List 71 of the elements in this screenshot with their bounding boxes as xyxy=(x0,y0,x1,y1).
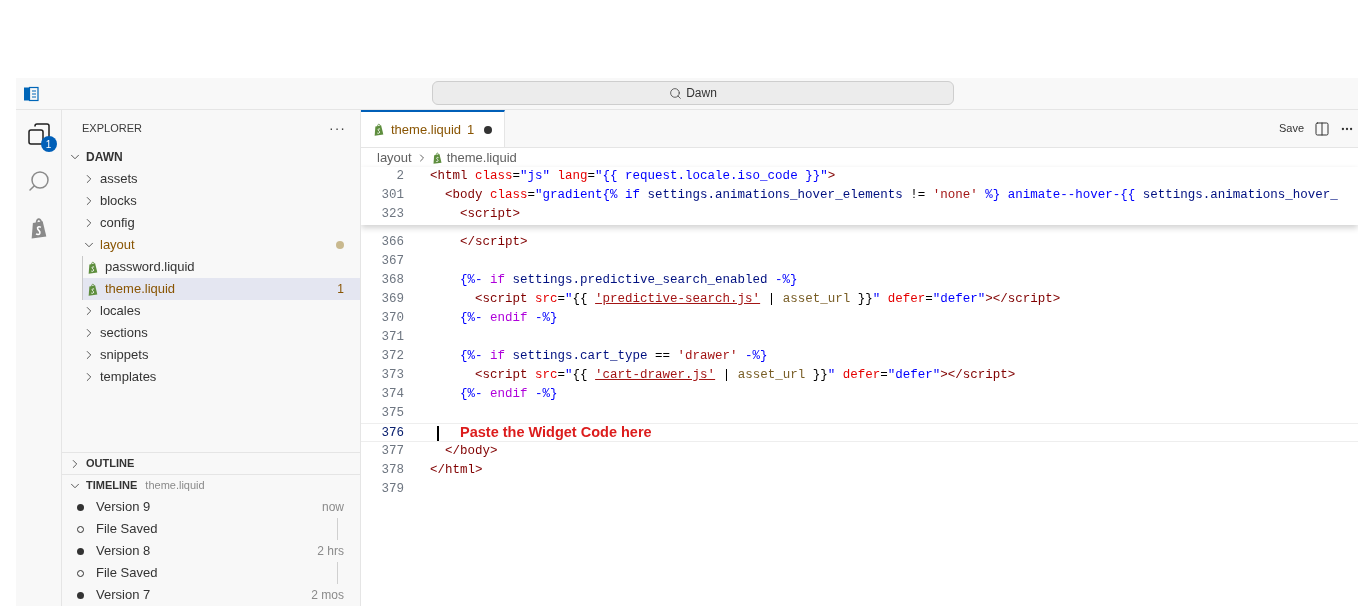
shopify-file-icon xyxy=(431,151,443,164)
line-number: 378 xyxy=(380,462,404,479)
folder-item[interactable]: sections xyxy=(62,322,360,344)
timeline-entry[interactable]: Version 9 now xyxy=(62,496,360,518)
folder-item[interactable]: templates xyxy=(62,366,360,388)
line-number: 376 xyxy=(380,425,404,441)
command-center-search[interactable]: Dawn xyxy=(432,81,954,105)
timeline-time: 2 hrs xyxy=(317,543,344,560)
line-number: 369 xyxy=(380,291,404,308)
line-number: 2 xyxy=(395,168,404,185)
save-button[interactable]: Save xyxy=(1278,120,1304,137)
search-icon xyxy=(26,169,51,193)
code-line: {%- endif -%} xyxy=(459,386,558,403)
line-number: 367 xyxy=(380,253,404,270)
problem-count: 1 xyxy=(337,281,344,298)
code-line: <body class="gradient{% if settings.animations_hover_elements != 'none' %} animate--hover-{{ settings.animations_hover_ xyxy=(444,187,1338,204)
code-line: <html class="js" lang="{{ request.locale.iso_code }}"> xyxy=(430,168,836,185)
code-line: {%- if settings.cart_type == 'drawer' -%} xyxy=(459,348,768,365)
code-line: <script src="{{ 'predictive-search.js' | asset_url }}" defer="defer"></script> xyxy=(474,291,1061,308)
timeline-time: 2 mos xyxy=(311,587,344,604)
workspace-root[interactable]: DAWN xyxy=(62,146,360,168)
text-cursor xyxy=(437,426,439,441)
line-number: 372 xyxy=(380,348,404,365)
code-line: <script src="{{ 'cart-drawer.js' | asset_url }}" defer="defer"></script> xyxy=(474,367,1016,384)
line-number: 375 xyxy=(380,405,404,422)
timeline-section-header[interactable]: TIMELINE xyxy=(62,474,138,497)
folder-item[interactable]: layout xyxy=(62,234,360,256)
sidebar-layout-icon[interactable] xyxy=(23,85,39,102)
timeline-entry[interactable]: Version 7 2 mos xyxy=(62,584,360,606)
line-number: 373 xyxy=(380,367,404,384)
timeline-entry[interactable]: Version 8 2 hrs xyxy=(62,540,360,562)
line-number: 370 xyxy=(380,310,404,327)
instruction-note: Paste the Widget Code here xyxy=(460,424,652,441)
line-number: 366 xyxy=(380,234,404,251)
line-number: 301 xyxy=(380,187,404,204)
file-item[interactable]: theme.liquid 1 xyxy=(82,278,360,300)
line-number: 368 xyxy=(380,272,404,289)
line-number: 371 xyxy=(380,329,404,346)
line-number: 377 xyxy=(380,443,404,460)
shopify-file-icon xyxy=(87,260,99,274)
files-icon xyxy=(26,122,51,146)
shopify-file-icon xyxy=(373,123,385,136)
code-line: </script> xyxy=(459,234,528,251)
timeline-entry[interactable]: File Saved xyxy=(62,562,360,584)
timeline-file-name: theme.liquid xyxy=(145,478,205,494)
breadcrumb-item[interactable]: layout xyxy=(377,147,412,168)
folder-item[interactable]: config xyxy=(62,212,360,234)
breadcrumb-item[interactable]: theme.liquid xyxy=(446,147,517,168)
folder-item[interactable]: assets xyxy=(62,168,360,190)
folder-item[interactable]: blocks xyxy=(62,190,360,212)
code-line: </html> xyxy=(430,462,483,479)
search-icon xyxy=(669,86,683,100)
timeline-time: now xyxy=(322,499,344,516)
problem-count: 1 xyxy=(467,120,475,139)
folder-item[interactable]: snippets xyxy=(62,344,360,366)
code-line: {%- endif -%} xyxy=(459,310,558,327)
shopify-file-icon xyxy=(87,282,99,296)
notification-badge: 1 xyxy=(40,136,57,152)
outline-section-header[interactable]: OUTLINE xyxy=(62,452,360,474)
code-line: <script> xyxy=(459,206,520,223)
split-editor-icon[interactable] xyxy=(1314,120,1330,137)
folder-item[interactable]: locales xyxy=(62,300,360,322)
timeline-entry[interactable]: File Saved xyxy=(62,518,360,540)
line-number: 374 xyxy=(380,386,404,403)
line-number: 379 xyxy=(380,481,404,498)
editor-tab[interactable]: theme.liquid 1 xyxy=(361,110,506,147)
line-number: 323 xyxy=(380,206,404,223)
code-line: </body> xyxy=(444,443,498,460)
more-actions-button[interactable]: ··· xyxy=(329,117,346,139)
explorer-title: EXPLORER xyxy=(82,120,142,136)
code-line: {%- if settings.predictive_search_enabled -%} xyxy=(459,272,798,289)
